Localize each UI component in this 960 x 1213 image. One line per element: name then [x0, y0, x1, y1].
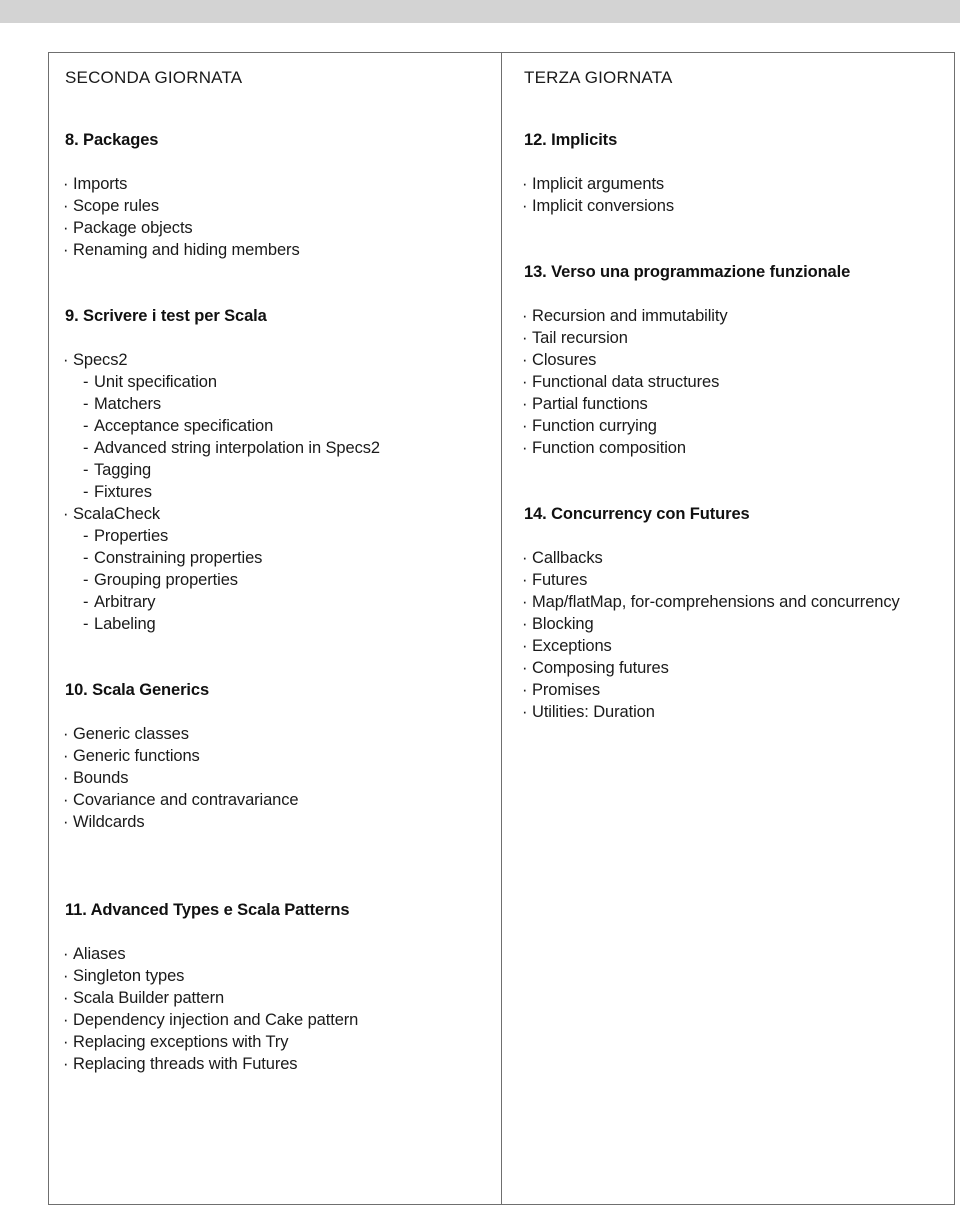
syllabus-table: SECONDA GIORNATA 8. Packages ImportsScope… [48, 52, 955, 1205]
sections-right: 12. Implicits Implicit argumentsImplicit … [522, 129, 944, 723]
section: 13. Verso una programmazione funzionale R… [522, 261, 944, 459]
list-item: ScalaCheck [63, 503, 491, 525]
heading-spacer [63, 701, 491, 723]
list-item: Function currying [522, 415, 944, 437]
list-item: Renaming and hiding members [63, 239, 491, 261]
column-seconda-giornata: SECONDA GIORNATA 8. Packages ImportsScope… [49, 53, 502, 1204]
list-item: Promises [522, 679, 944, 701]
list-item: Partial functions [522, 393, 944, 415]
list-item: Replacing threads with Futures [63, 1053, 491, 1075]
list-item: Arbitrary [63, 591, 491, 613]
section: 10. Scala Generics Generic classesGeneric… [63, 679, 491, 833]
bullet-list: Recursion and immutabilityTail recursion… [522, 305, 944, 459]
list-item: Properties [63, 525, 491, 547]
section-heading: 10. Scala Generics [65, 681, 210, 699]
heading-spacer [63, 921, 491, 943]
section: 14. Concurrency con Futures CallbacksFutu… [522, 503, 944, 723]
column-terza-giornata: TERZA GIORNATA 12. Implicits Implicit arg… [502, 53, 954, 1204]
list-item: Dependency injection and Cake pattern [63, 1009, 491, 1031]
section: 8. Packages ImportsScope rulesPackage obj… [63, 129, 491, 261]
list-item: Function composition [522, 437, 944, 459]
bullet-list: Specs2Unit specificationMatchersAcceptan… [63, 349, 491, 635]
bullet-list: CallbacksFuturesMap/flatMap, for-compreh… [522, 547, 944, 723]
list-item: Fixtures [63, 481, 491, 503]
list-item: Closures [522, 349, 944, 371]
list-item: Composing futures [522, 657, 944, 679]
list-item: Blocking [522, 613, 944, 635]
list-item: Futures [522, 569, 944, 591]
section: 11. Advanced Types e Scala Patterns Alias… [63, 899, 491, 1075]
list-item: Aliases [63, 943, 491, 965]
list-item: Functional data structures [522, 371, 944, 393]
list-item: Covariance and contravariance [63, 789, 491, 811]
list-item: Matchers [63, 393, 491, 415]
bullet-list: AliasesSingleton typesScala Builder patt… [63, 943, 491, 1075]
section-heading: 14. Concurrency con Futures [524, 505, 750, 523]
list-item: Package objects [63, 217, 491, 239]
list-item: Implicit conversions [522, 195, 944, 217]
section-heading: 8. Packages [65, 131, 159, 149]
list-item: Advanced string interpolation in Specs2 [63, 437, 491, 459]
section-heading: 11. Advanced Types e Scala Patterns [65, 901, 350, 919]
section-heading: 12. Implicits [524, 131, 618, 149]
list-item: Map/flatMap, for-comprehensions and conc… [522, 591, 944, 613]
heading-spacer [522, 283, 944, 305]
list-item: Implicit arguments [522, 173, 944, 195]
day-title-right: TERZA GIORNATA [524, 68, 673, 87]
list-item: Utilities: Duration [522, 701, 944, 723]
bullet-list: Generic classesGeneric functionsBoundsCo… [63, 723, 491, 833]
heading-spacer [522, 525, 944, 547]
bullet-list: ImportsScope rulesPackage objectsRenamin… [63, 173, 491, 261]
list-item: Grouping properties [63, 569, 491, 591]
list-item: Tail recursion [522, 327, 944, 349]
list-item: Constraining properties [63, 547, 491, 569]
list-item: Callbacks [522, 547, 944, 569]
list-item: Scope rules [63, 195, 491, 217]
section-heading: 13. Verso una programmazione funzionale [524, 263, 851, 281]
section-heading: 9. Scrivere i test per Scala [65, 307, 267, 325]
bullet-list: Implicit argumentsImplicit conversions [522, 173, 944, 217]
list-item: Exceptions [522, 635, 944, 657]
list-item: Labeling [63, 613, 491, 635]
list-item: Imports [63, 173, 491, 195]
list-item: Acceptance specification [63, 415, 491, 437]
list-item: Generic functions [63, 745, 491, 767]
page-top-band [0, 0, 960, 23]
list-item: Tagging [63, 459, 491, 481]
list-item: Wildcards [63, 811, 491, 833]
list-item: Generic classes [63, 723, 491, 745]
day-title-left: SECONDA GIORNATA [65, 68, 243, 87]
heading-spacer [63, 327, 491, 349]
list-item: Unit specification [63, 371, 491, 393]
list-item: Singleton types [63, 965, 491, 987]
list-item: Scala Builder pattern [63, 987, 491, 1009]
sections-left: 8. Packages ImportsScope rulesPackage obj… [63, 129, 491, 1075]
section: 12. Implicits Implicit argumentsImplicit … [522, 129, 944, 217]
section: 9. Scrivere i test per Scala Specs2Unit s… [63, 305, 491, 635]
heading-spacer [522, 151, 944, 173]
list-item: Specs2 [63, 349, 491, 371]
list-item: Recursion and immutability [522, 305, 944, 327]
heading-spacer [63, 151, 491, 173]
list-item: Bounds [63, 767, 491, 789]
list-item: Replacing exceptions with Try [63, 1031, 491, 1053]
